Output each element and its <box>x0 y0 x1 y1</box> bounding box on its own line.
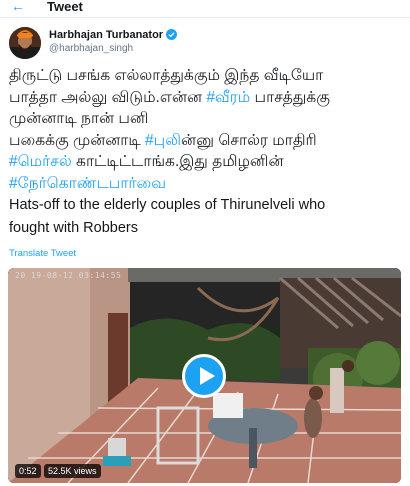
tweet-line: #நேர்கொண்டபார்வை <box>9 173 407 195</box>
tweet-line: Hats-off to the elderly couples of Thiru… <box>9 194 407 217</box>
video-duration: 0:52 <box>15 464 41 478</box>
verified-badge-icon <box>166 29 178 40</box>
tweet-text-segment: ன்னு சொல்ர மாதிரி <box>181 131 317 149</box>
tweet-line: fought with Robbers <box>9 217 407 240</box>
page-title: Tweet <box>47 0 83 14</box>
translate-tweet-link[interactable]: Translate Tweet <box>9 248 76 260</box>
tweet-line: திருட்டு பசங்க எல்லாத்துக்கும் இந்த வீடி… <box>9 65 407 87</box>
author-display-name[interactable]: Harbhajan Turbanator <box>49 29 178 42</box>
tweet-text-segment: பாத்தா அல்லு விடும்.என்ன <box>9 88 207 106</box>
cctv-timestamp: 20 19-08-12 03:14:55 <box>15 271 122 280</box>
tweet-text-segment: பகைக்கு முன்னாடி <box>9 131 146 149</box>
tweet-text-segment: fought with Robbers <box>9 219 138 236</box>
author-name-text: Harbhajan Turbanator <box>49 29 164 41</box>
tweet-text-segment: திருட்டு பசங்க எல்லாத்துக்கும் இந்த வீடி… <box>9 67 324 84</box>
top-bar: ← Tweet <box>0 0 410 18</box>
video-views: 52.5K views <box>44 464 101 478</box>
play-button[interactable] <box>182 354 226 398</box>
avatar[interactable] <box>9 27 41 59</box>
tweet-text-segment: முன்னாடி நான் பனி <box>9 110 149 127</box>
hashtag-link[interactable]: #புலி <box>145 132 181 149</box>
hashtag-link[interactable]: #மெர்சல் <box>9 153 72 170</box>
tweet-text: திருட்டு பசங்க எல்லாத்துக்கும் இந்த வீடி… <box>9 65 407 239</box>
author-handle[interactable]: @harbhajan_singh <box>49 43 133 55</box>
tweet-text-segment: Hats-off to the elderly couples of Thiru… <box>9 197 326 213</box>
tweet-line: #மெர்சல் காட்டிட்டாங்க.இது தமிழனின் <box>9 151 407 173</box>
hashtag-link[interactable]: #நேர்கொண்டபார்வை <box>9 175 166 192</box>
tweet-text-segment: பாசத்துக்கு <box>250 88 330 106</box>
video-player[interactable]: 20 19-08-12 03:14:55 0:52 52.5K views <box>8 268 401 483</box>
tweet-line: பாத்தா அல்லு விடும்.என்ன #வீரம் பாசத்துக… <box>9 87 407 109</box>
arrow-left-icon[interactable]: ← <box>11 0 25 13</box>
hashtag-link[interactable]: #வீரம் <box>206 89 250 106</box>
tweet-text-segment: காட்டிட்டாங்க.இது தமிழனின் <box>71 153 284 170</box>
tweet-line: முன்னாடி நான் பனி <box>9 108 407 130</box>
play-icon <box>200 367 215 385</box>
tweet-line: பகைக்கு முன்னாடி #புலின்னு சொல்ர மாதிரி <box>9 130 407 152</box>
